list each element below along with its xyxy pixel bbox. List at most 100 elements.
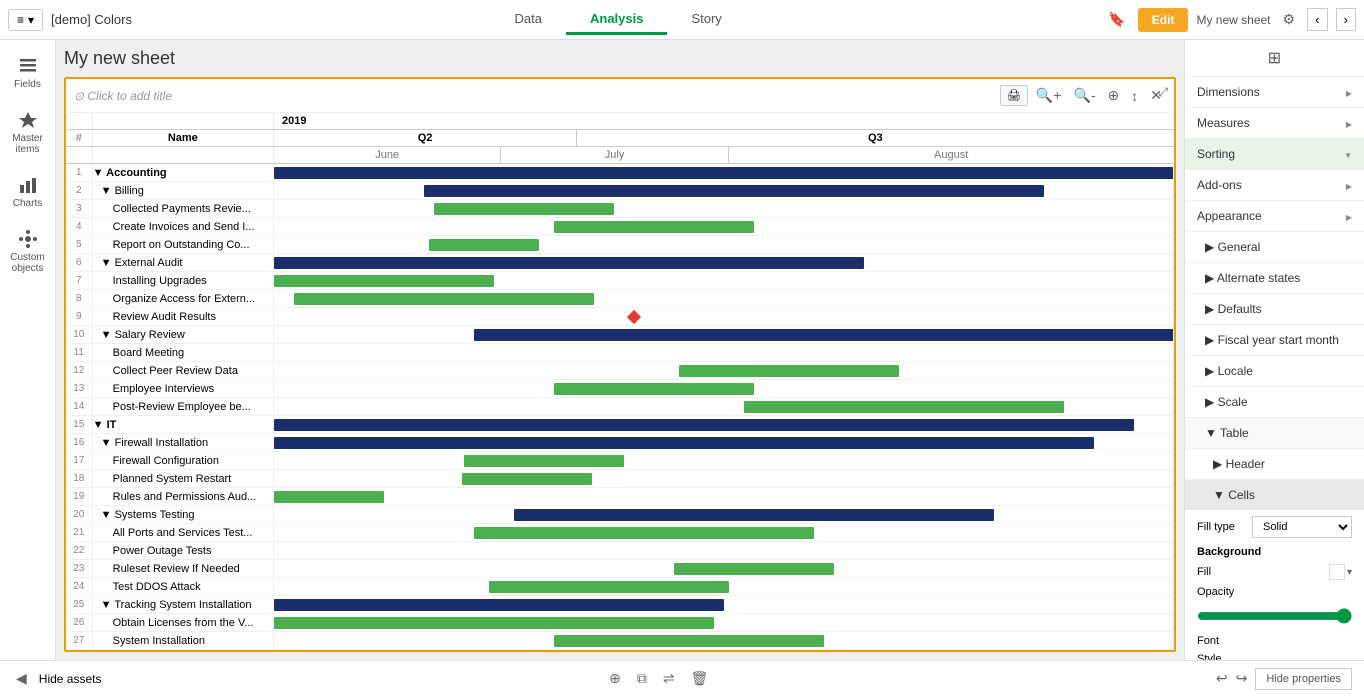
opacity-row: Opacity	[1197, 586, 1352, 598]
scale-title[interactable]: ▶ Scale	[1185, 387, 1364, 417]
table-row: 17Firewall Configuration	[66, 452, 1174, 470]
gantt-table: 2019 # Name Q2 Q3	[66, 113, 1174, 650]
click-to-add-title[interactable]: ⊙ Click to add title	[74, 89, 172, 103]
bottom-left: ◀ Hide assets	[12, 668, 101, 689]
table-row: 27System Installation	[66, 632, 1174, 650]
table-row: 12Collect Peer Review Data	[66, 362, 1174, 380]
background-row: Background	[1197, 546, 1352, 558]
locale-title[interactable]: ▶ Locale	[1185, 356, 1364, 386]
fiscal-year-label: ▶ Fiscal year start month	[1205, 333, 1339, 347]
nav-next-button[interactable]: ›	[1336, 8, 1356, 31]
duplicate-button[interactable]: ⧉	[633, 666, 651, 691]
move-button[interactable]: ⇌	[659, 666, 679, 691]
general-title[interactable]: ▶ General	[1185, 232, 1364, 262]
master-items-label: Master items	[8, 133, 48, 155]
section-dimensions: Dimensions	[1185, 77, 1364, 108]
fiscal-year-title[interactable]: ▶ Fiscal year start month	[1185, 325, 1364, 355]
undo-button[interactable]: ↩	[1216, 670, 1228, 687]
hide-properties-button[interactable]: Hide properties	[1255, 668, 1352, 690]
top-bar: ≡ ▾ [demo] Colors Data Analysis Story 🔖 …	[0, 0, 1364, 40]
table-row: 3Collected Payments Revie...	[66, 200, 1174, 218]
general-label: ▶ General	[1205, 240, 1260, 254]
sidebar-item-master-items[interactable]: Master items	[4, 102, 52, 163]
zoom-out-button[interactable]: 🔍-	[1069, 85, 1099, 106]
print-button[interactable]: 🖨	[1000, 85, 1028, 106]
section-sorting: Sorting	[1185, 139, 1364, 170]
gantt-wrapper[interactable]: 2019 # Name Q2 Q3	[66, 113, 1174, 650]
dimensions-title[interactable]: Dimensions	[1185, 77, 1364, 107]
delete-button[interactable]: 🗑	[687, 666, 713, 691]
table-title[interactable]: ▼ Table	[1185, 418, 1364, 448]
top-bar-right: 🔖 Edit My new sheet ⚙ ‹ ›	[1104, 8, 1356, 32]
section-measures: Measures	[1185, 108, 1364, 139]
fields-icon	[18, 56, 38, 76]
hide-assets-button[interactable]: ◀	[12, 668, 31, 689]
menu-button[interactable]: ≡ ▾	[8, 9, 43, 31]
selection-button[interactable]: ⊕	[1104, 85, 1124, 106]
nav-prev-button[interactable]: ‹	[1307, 8, 1327, 31]
zoom-in-button[interactable]: 🔍+	[1032, 85, 1066, 106]
scroll-button[interactable]: ↕	[1127, 85, 1142, 106]
defaults-title[interactable]: ▶ Defaults	[1185, 294, 1364, 324]
tab-story[interactable]: Story	[667, 5, 745, 35]
header-title[interactable]: ▶ Header	[1185, 449, 1364, 479]
expand-button[interactable]: ⤢	[1158, 85, 1168, 100]
sidebar-item-fields[interactable]: Fields	[4, 48, 52, 98]
q3-header: Q3	[577, 130, 1173, 146]
table-row: 22Power Outage Tests	[66, 542, 1174, 560]
sorting-label: Sorting	[1197, 147, 1235, 161]
gantt-header-year: 2019	[66, 113, 1174, 130]
july-header: July	[501, 147, 728, 163]
add-sheet-button[interactable]: ⊕	[605, 666, 625, 691]
tab-data[interactable]: Data	[491, 5, 566, 35]
tab-analysis[interactable]: Analysis	[566, 5, 667, 35]
section-locale: ▶ Locale	[1185, 356, 1364, 387]
alternate-states-title[interactable]: ▶ Alternate states	[1185, 263, 1364, 293]
table-row: 19Rules and Permissions Aud...	[66, 488, 1174, 506]
table-row: 13Employee Interviews	[66, 380, 1174, 398]
redo-button[interactable]: ↪	[1236, 670, 1248, 687]
fill-dropdown-arrow[interactable]: ▾	[1347, 567, 1352, 578]
sidebar-item-custom-objects[interactable]: Custom objects	[4, 221, 52, 282]
table-row: 25▼ Tracking System Installation	[66, 596, 1174, 614]
sheet-title: My new sheet	[64, 48, 1176, 69]
panel-header: ⊞	[1185, 40, 1364, 77]
locale-label: ▶ Locale	[1205, 364, 1253, 378]
alternate-states-label: ▶ Alternate states	[1205, 271, 1300, 285]
sorting-title[interactable]: Sorting	[1185, 139, 1364, 169]
cells-label: ▼ Cells	[1213, 488, 1255, 502]
sidebar-item-charts[interactable]: Charts	[4, 167, 52, 217]
bookmark-icon[interactable]: 🔖	[1104, 9, 1129, 30]
measures-title[interactable]: Measures	[1185, 108, 1364, 138]
sorting-chevron	[1344, 147, 1352, 161]
opacity-slider[interactable]	[1197, 608, 1352, 624]
fill-type-select[interactable]: Solid None Gradient	[1252, 516, 1352, 538]
appearance-label: Appearance	[1197, 209, 1262, 223]
top-bar-tabs: Data Analysis Story	[491, 5, 746, 35]
gantt-header-month: June July August	[66, 147, 1174, 164]
edit-button[interactable]: Edit	[1138, 8, 1189, 32]
fill-label: Fill	[1197, 566, 1211, 578]
appearance-title[interactable]: Appearance	[1185, 201, 1364, 231]
section-general: ▶ General	[1185, 232, 1364, 263]
table-row: 6▼ External Audit	[66, 254, 1174, 272]
cells-title[interactable]: ▼ Cells	[1185, 480, 1364, 510]
fill-color-swatch[interactable]	[1329, 564, 1345, 580]
addons-chevron	[1346, 178, 1352, 192]
sheet-settings-icon[interactable]: ⚙	[1279, 9, 1300, 30]
section-alternate-states: ▶ Alternate states	[1185, 263, 1364, 294]
bottom-bar: ◀ Hide assets ⊕ ⧉ ⇌ 🗑 ↩ ↪ Hide propertie…	[0, 660, 1364, 696]
col-num-header	[66, 113, 92, 130]
fill-type-label: Fill type	[1197, 521, 1235, 533]
background-label: Background	[1197, 546, 1261, 558]
section-scale: ▶ Scale	[1185, 387, 1364, 418]
q2-header: Q2	[274, 130, 577, 146]
august-header: August	[729, 147, 1174, 163]
dimensions-chevron	[1346, 85, 1352, 99]
table-row: 4Create Invoices and Send I...	[66, 218, 1174, 236]
fields-label: Fields	[14, 79, 41, 90]
chart-container: ⊙ Click to add title 🖨 🔍+ 🔍- ⊕ ↕ ✕ ⤢	[64, 77, 1176, 652]
section-defaults: ▶ Defaults	[1185, 294, 1364, 325]
addons-title[interactable]: Add-ons	[1185, 170, 1364, 200]
custom-objects-label: Custom objects	[8, 252, 48, 274]
